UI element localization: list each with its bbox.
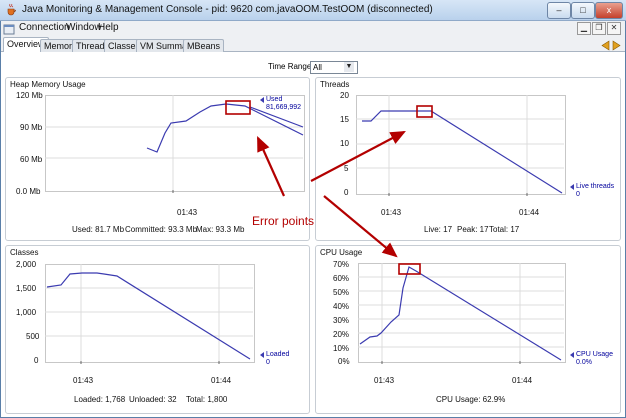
heap-used-line: [146, 103, 304, 153]
legend-marker-icon: [260, 352, 264, 358]
annotation-arrow: [310, 130, 406, 182]
annotation-arrow: [256, 135, 286, 197]
error-highlight-box: [225, 100, 251, 115]
classes-loaded-line: [46, 272, 251, 360]
cpu-usage-line: [359, 266, 562, 361]
legend-marker-icon: [570, 352, 574, 358]
heap-committed-line: [249, 106, 304, 128]
legend-marker-icon: [260, 97, 264, 103]
legend-marker-icon: [570, 184, 574, 190]
threads-live-line: [362, 110, 563, 194]
annotation-arrow: [323, 195, 398, 258]
chart-overlay: [45, 95, 574, 364]
error-highlight-box: [398, 263, 421, 275]
